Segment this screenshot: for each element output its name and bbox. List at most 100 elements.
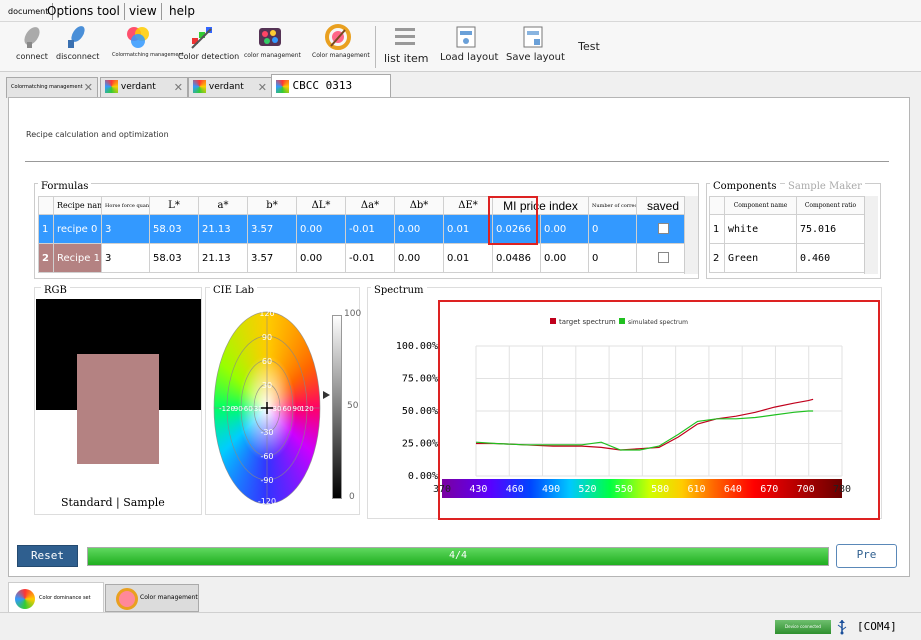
lab-color-ellipse: 120 90 60 30 -30 -60 -90 -120 -120 -90 -… — [213, 309, 321, 506]
tab-verdant-2[interactable]: verdant ✕ — [188, 77, 272, 98]
col-db[interactable]: Δb* — [394, 196, 444, 215]
tab-verdant-1[interactable]: verdant ✕ — [100, 77, 188, 98]
sample-swatch — [77, 354, 159, 464]
tab-cbcc-0313[interactable]: CBCC 0313 — [271, 74, 391, 98]
footer-tab-color-management[interactable]: Color management — [105, 584, 199, 612]
scale-label: 50 — [347, 401, 359, 411]
col-corrections[interactable]: Number of corrections — [588, 196, 638, 215]
com-port-label: [COM4] — [857, 620, 897, 633]
col-da[interactable]: Δa* — [345, 196, 395, 215]
disconnect-button[interactable]: disconnect — [56, 24, 99, 61]
scale-label: 0 — [349, 492, 355, 502]
toolbar-separator — [375, 26, 376, 68]
cielab-panel: CIE Lab 120 90 60 30 -30 -60 -90 -120 -1… — [205, 285, 362, 515]
saved-checkbox[interactable] — [657, 223, 669, 235]
rgb-title: RGB — [41, 285, 70, 296]
formulas-group: Formulas Recipe name Horse force quantit… — [34, 181, 699, 279]
color-management-button-2[interactable]: Color management — [312, 24, 370, 59]
color-wheel-icon — [15, 589, 35, 609]
load-layout-icon — [456, 26, 476, 48]
divider — [25, 161, 889, 162]
scale-label: 100 — [344, 309, 362, 319]
formulas-table: Recipe name Horse force quantity L* a* b… — [38, 196, 691, 273]
y-tick-label: 75.00% — [402, 374, 438, 385]
col-dE[interactable]: ΔE* — [443, 196, 493, 215]
close-icon[interactable]: ✕ — [258, 78, 267, 97]
color-brush-icon — [325, 24, 351, 50]
reset-button[interactable]: Reset — [17, 545, 78, 567]
lab-tick-label: -30 — [260, 428, 273, 437]
lab-tick-label: -60 — [260, 452, 273, 461]
list-item-button[interactable]: list item — [384, 24, 429, 65]
close-icon[interactable]: ✕ — [174, 78, 183, 97]
sample-maker-tab[interactable]: Sample Maker — [785, 181, 865, 192]
test-button[interactable]: Test — [574, 40, 604, 53]
connection-status-bar: Device connected — [775, 620, 831, 634]
load-layout-button[interactable]: Load layout — [440, 24, 498, 63]
col-b[interactable]: b* — [247, 196, 297, 215]
col-component-name[interactable]: Component name — [724, 196, 797, 215]
pre-button[interactable]: Pre — [836, 544, 897, 568]
col-L[interactable]: L* — [149, 196, 199, 215]
formula-row[interactable]: 2 Recipe 1 3 58.03 21.13 3.57 0.00 -0.01… — [38, 243, 691, 273]
lab-tick-label: 30 — [262, 381, 272, 390]
y-tick-label: 100.00% — [396, 341, 438, 352]
col-saved[interactable]: saved — [636, 196, 691, 215]
saved-checkbox[interactable] — [657, 252, 669, 264]
menu-view[interactable]: view — [125, 3, 162, 20]
mi-highlight-box — [488, 196, 538, 245]
formulas-scrollbar[interactable] — [684, 196, 698, 274]
menu-bar: document Options tool view help — [0, 0, 921, 22]
tab-colormatching[interactable]: Colormatching management ✕ — [6, 77, 98, 98]
progress-text: 4/4 — [448, 550, 468, 561]
menu-options-tool[interactable]: Options tool — [43, 3, 125, 20]
lab-tick-label: 60 — [283, 405, 292, 413]
color-brush-icon — [116, 588, 138, 610]
color-app-icon — [193, 80, 206, 93]
components-table: Component name Component ratio 1 white 7… — [709, 196, 865, 273]
section-title: Recipe calculation and optimization — [26, 130, 169, 139]
lab-tick-label: 120 — [259, 309, 274, 318]
progress-bar: 4/4 — [87, 547, 829, 566]
rgb-caption: Standard | Sample — [61, 496, 165, 509]
save-layout-button[interactable]: Save layout — [506, 24, 565, 63]
colormatching-management-button[interactable]: Colormatching management — [112, 24, 184, 58]
lab-tick-label: 30 — [273, 405, 282, 413]
col-a[interactable]: a* — [198, 196, 248, 215]
color-picker-icon — [191, 27, 212, 49]
formula-row[interactable]: 1 recipe 0 3 58.03 21.13 3.57 0.00 -0.01… — [38, 214, 691, 244]
components-tab[interactable]: Components — [710, 181, 780, 192]
col-component-ratio[interactable]: Component ratio — [796, 196, 865, 215]
spectrum-highlight-box — [438, 300, 880, 520]
color-detection-button[interactable]: Color detection — [178, 24, 239, 61]
component-row[interactable]: 2 Green 0.460 — [709, 243, 865, 273]
toolbar: connect disconnect Colormatching managem… — [0, 22, 921, 72]
connect-button[interactable]: connect — [12, 24, 52, 61]
y-tick-label: 25.00% — [402, 439, 438, 450]
palette-icon — [259, 28, 281, 46]
lab-tick-label: -30 — [251, 405, 262, 413]
cielab-title: CIE Lab — [210, 285, 258, 296]
close-icon[interactable]: ✕ — [84, 78, 93, 97]
component-row[interactable]: 1 white 75.016 — [709, 214, 865, 244]
y-tick-label: 0.00% — [408, 471, 438, 482]
col-dL[interactable]: ΔL* — [296, 196, 346, 215]
lab-tick-label: 120 — [300, 405, 313, 413]
lab-tick-label: 60 — [262, 357, 272, 366]
col-recipe-name[interactable]: Recipe name — [53, 196, 102, 215]
document-tabs: Colormatching management ✕ verdant ✕ verda… — [4, 74, 914, 98]
rgb-panel: RGB Standard | Sample — [34, 285, 202, 515]
save-layout-icon — [523, 26, 543, 48]
components-scrollbar[interactable] — [864, 196, 878, 274]
y-tick-label: 50.00% — [402, 406, 438, 417]
formulas-header-row: Recipe name Horse force quantity L* a* b… — [38, 196, 691, 215]
color-management-button-1[interactable]: color management — [244, 24, 301, 59]
color-wheel-icon — [127, 27, 149, 48]
lab-tick-label: -120 — [258, 497, 276, 506]
footer-tab-color-dominance[interactable]: Color dominance set — [8, 582, 104, 614]
formulas-title: Formulas — [38, 181, 92, 192]
main-panel: Recipe calculation and optimization Form… — [8, 97, 910, 577]
lightness-pointer-icon[interactable] — [323, 391, 330, 399]
menu-help[interactable]: help — [165, 3, 199, 20]
col-horse-force[interactable]: Horse force quantity — [101, 196, 150, 215]
